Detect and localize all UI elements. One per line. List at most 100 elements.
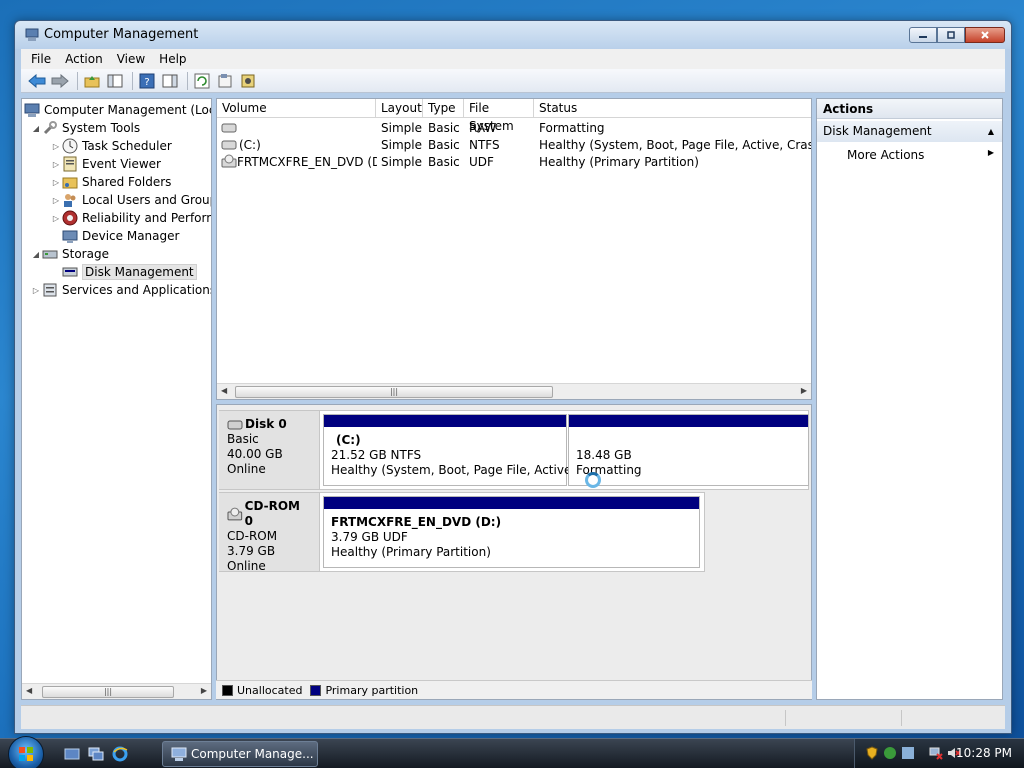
column-header-type[interactable]: Type (423, 99, 464, 118)
volume-name[interactable] (239, 120, 373, 137)
expand-icon[interactable]: ▷ (30, 286, 42, 295)
tree-label: Device Manager (82, 229, 180, 243)
disk-kind: CD-ROM (227, 529, 278, 543)
expand-icon[interactable]: ▷ (50, 196, 62, 205)
clock[interactable]: 10:28 PM (956, 746, 1012, 760)
switch-windows-icon[interactable] (88, 746, 104, 762)
volume-file-system: UDF (469, 155, 494, 169)
volume-name[interactable]: FRTMCXFRE_EN_DVD (D:) (237, 154, 377, 171)
more-actions-label: More Actions (847, 148, 925, 162)
collapse-icon[interactable]: ◢ (30, 250, 42, 259)
tree-item-services-applications[interactable]: ▷ Services and Applications (30, 281, 211, 299)
up-one-level-button[interactable] (82, 72, 102, 90)
show-hide-console-tree-button[interactable] (105, 72, 125, 90)
disk-kind: Basic (227, 432, 259, 446)
scroll-right-icon[interactable]: ▶ (201, 686, 207, 695)
hard-disk-icon (227, 420, 243, 429)
partition-title: FRTMCXFRE_EN_DVD (D:) (331, 515, 502, 529)
windows-defender-icon[interactable] (883, 746, 897, 760)
export-list-button[interactable] (238, 72, 258, 90)
tree-item-reliability-performance[interactable]: ▷ Reliability and Performa (50, 209, 211, 227)
actions-section-disk-management[interactable]: Disk Management ▲ (817, 121, 1002, 142)
volume-name[interactable]: (C:) (239, 137, 373, 154)
back-button[interactable] (27, 72, 47, 90)
close-icon (981, 31, 989, 39)
tools-icon (43, 121, 57, 135)
title-bar[interactable]: Computer Management (15, 21, 1011, 49)
minimize-button[interactable] (909, 27, 937, 43)
taskbar-computer-management[interactable]: Computer Manage... (162, 741, 318, 767)
security-shield-icon[interactable] (865, 746, 879, 760)
refresh-button[interactable] (192, 72, 212, 90)
tree-label: Task Scheduler (82, 139, 172, 153)
tree-item-system-tools[interactable]: ◢ System Tools (30, 119, 140, 137)
volume-layout: Simple (381, 155, 422, 169)
expand-icon[interactable]: ▷ (50, 214, 62, 223)
column-header-status[interactable]: Status (534, 99, 811, 118)
start-button[interactable] (8, 736, 44, 768)
tree-label: Event Viewer (82, 157, 161, 171)
console-tree-icon (107, 74, 123, 87)
expand-icon[interactable]: ▷ (50, 178, 62, 187)
internet-explorer-icon[interactable] (112, 746, 128, 762)
disk-graphical-view: Disk 0 Basic 40.00 GB Online (C:) 21.52 … (216, 404, 812, 700)
expand-icon[interactable]: ▷ (50, 142, 62, 151)
forward-button[interactable] (50, 72, 70, 90)
properties-button[interactable] (215, 72, 235, 90)
volume-status: Healthy (Primary Partition) (539, 155, 699, 169)
scroll-left-icon[interactable]: ◀ (26, 686, 32, 695)
actions-section-label: Disk Management (823, 124, 932, 138)
show-hide-action-pane-button[interactable] (160, 72, 180, 90)
update-icon[interactable] (901, 746, 915, 760)
collapse-icon[interactable]: ◢ (30, 124, 42, 133)
partition-d[interactable]: FRTMCXFRE_EN_DVD (D:) 3.79 GB UDF Health… (323, 496, 700, 568)
cd-drive-icon (221, 154, 237, 168)
network-disconnected-icon[interactable] (929, 746, 943, 760)
show-desktop-icon[interactable] (64, 746, 80, 762)
help-button[interactable]: ? (137, 72, 157, 90)
scrollbar-thumb[interactable]: ||| (42, 686, 174, 698)
close-button[interactable] (965, 27, 1005, 43)
scroll-right-icon[interactable]: ▶ (801, 386, 807, 395)
more-actions-item[interactable]: More Actions (847, 146, 924, 164)
partition-formatting[interactable]: 18.48 GB Formatting (568, 414, 809, 486)
disk-0-label[interactable]: Disk 0 Basic 40.00 GB Online (219, 411, 320, 489)
svg-text:?: ? (144, 77, 149, 88)
disk-legend: Unallocated Primary partition (216, 680, 812, 699)
folder-up-icon (84, 75, 100, 87)
toolbar-separator (187, 71, 188, 90)
menu-view[interactable]: View (117, 52, 145, 66)
menu-action[interactable]: Action (65, 52, 103, 66)
cd-drive-icon (227, 507, 243, 521)
tree-item-storage[interactable]: ◢ Storage (30, 245, 109, 263)
tree-item-device-manager[interactable]: Device Manager (62, 227, 179, 245)
scroll-left-icon[interactable]: ◀ (221, 386, 227, 395)
partition-c[interactable]: (C:) 21.52 GB NTFS Healthy (System, Boot… (323, 414, 600, 486)
tree-item-shared-folders[interactable]: ▷ Shared Folders (50, 173, 171, 191)
collapse-up-icon[interactable]: ▲ (988, 121, 994, 142)
volume-type: Basic (428, 121, 460, 135)
column-header-layout[interactable]: Layout (376, 99, 423, 118)
tree-horizontal-scrollbar[interactable]: ◀ ||| ▶ (22, 683, 211, 699)
toolbar-separator (132, 71, 133, 90)
tree-item-disk-management[interactable]: Disk Management (62, 263, 197, 281)
volume-horizontal-scrollbar[interactable]: ◀ ||| ▶ (217, 383, 811, 399)
disk-state: Online (227, 462, 266, 476)
restore-button[interactable] (937, 27, 965, 43)
expand-icon[interactable]: ▷ (50, 160, 62, 169)
tree-item-local-users-groups[interactable]: ▷ Local Users and Groups (50, 191, 211, 209)
cdrom-0-label[interactable]: CD-ROM 0 CD-ROM 3.79 GB Online (219, 493, 320, 573)
column-header-file-system[interactable]: File System (464, 99, 534, 133)
tree-label: System Tools (62, 121, 141, 135)
tree-item-computer-management[interactable]: Computer Management (Local (24, 101, 211, 119)
column-header-volume[interactable]: Volume (217, 99, 376, 118)
scrollbar-thumb[interactable]: ||| (235, 386, 553, 398)
users-icon (64, 194, 76, 207)
tree-label: Storage (62, 247, 109, 261)
tree-item-task-scheduler[interactable]: ▷ Task Scheduler (50, 137, 172, 155)
performance-icon (62, 210, 78, 226)
menu-file[interactable]: File (31, 52, 51, 66)
tree-item-event-viewer[interactable]: ▷ Event Viewer (50, 155, 161, 173)
volume-type: Basic (428, 155, 460, 169)
menu-help[interactable]: Help (159, 52, 186, 66)
